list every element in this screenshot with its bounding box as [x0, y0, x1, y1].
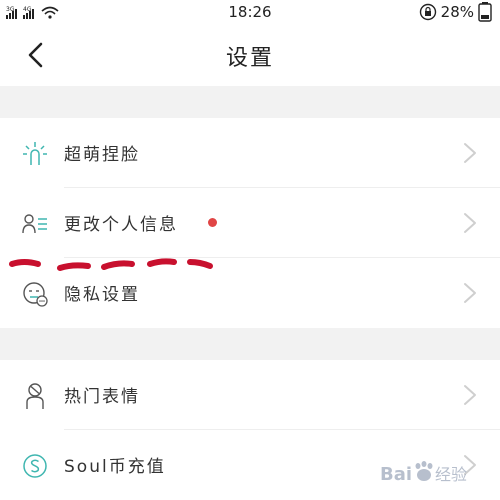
- svg-text:经验: 经验: [435, 465, 467, 484]
- status-right-group: 28%: [419, 2, 492, 22]
- svg-text:Bai: Bai: [380, 464, 412, 485]
- chevron-right-icon: [464, 143, 476, 163]
- settings-item-privacy[interactable]: 隐私设置: [0, 258, 500, 328]
- sticker-person-icon: [26, 383, 44, 409]
- profile-list-icon: [22, 214, 47, 234]
- page-title: 设置: [225, 46, 274, 71]
- soul-coin-icon: [23, 454, 47, 478]
- settings-item-edit-profile[interactable]: 更改个人信息: [0, 188, 500, 258]
- notification-dot: [208, 218, 217, 227]
- settings-item-label: 隐私设置: [64, 285, 140, 305]
- privacy-face-icon: [23, 282, 48, 307]
- face-sparkle-icon: [23, 142, 47, 165]
- settings-item-hot-stickers[interactable]: 热门表情: [0, 360, 500, 430]
- battery-percent: 28%: [440, 3, 474, 21]
- status-bar: 3G 4G 18:26 28%: [0, 0, 500, 24]
- header: 设置: [0, 24, 500, 86]
- settings-item-label: 更改个人信息: [64, 215, 178, 235]
- chevron-right-icon: [464, 213, 476, 233]
- chevron-right-icon: [464, 283, 476, 303]
- battery-icon: [478, 2, 492, 22]
- chevron-right-icon: [464, 385, 476, 405]
- settings-item-label: 超萌捏脸: [64, 145, 140, 165]
- settings-group-1: 超萌捏脸 更改个人信息 隐私设置: [0, 118, 500, 328]
- settings-item-label: 热门表情: [64, 387, 140, 407]
- settings-item-label: Soul币充值: [64, 457, 166, 477]
- rotation-lock-icon: [419, 3, 436, 21]
- baidu-watermark-logo: Bai 经验: [380, 461, 467, 485]
- settings-item-face-pinch[interactable]: 超萌捏脸: [0, 118, 500, 188]
